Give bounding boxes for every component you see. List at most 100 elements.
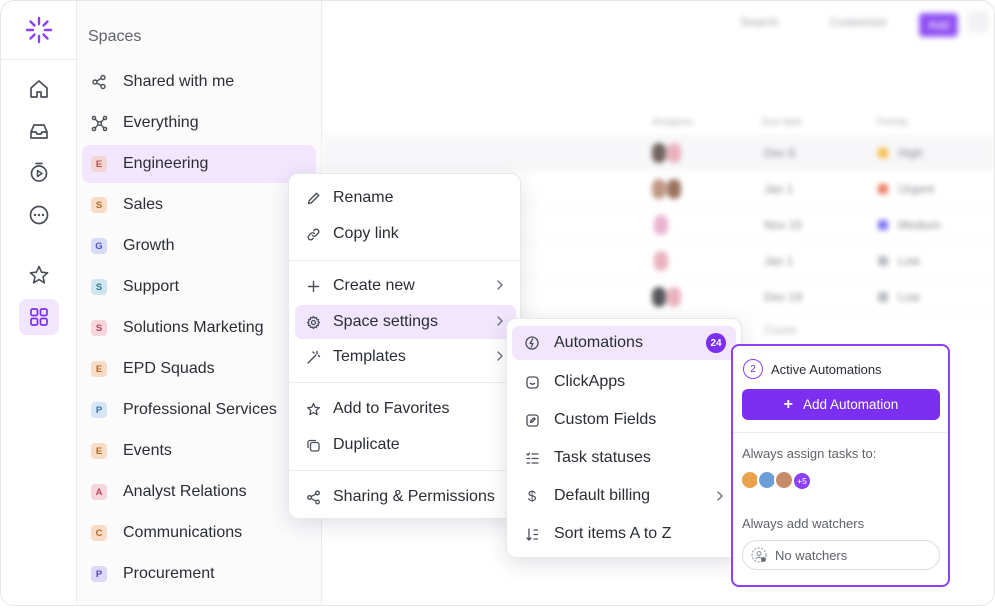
sidebar-item-analyst-relations[interactable]: A Analyst Relations (82, 473, 316, 511)
plus-icon (305, 278, 321, 294)
sidebar-item-events[interactable]: E Events (82, 432, 316, 470)
dollar-icon: $ (527, 487, 537, 505)
everything-icon (90, 114, 108, 132)
sidebar-item-procurement[interactable]: P Procurement (82, 555, 316, 593)
submenu-item-default-billing[interactable]: $ Default billing (512, 479, 736, 513)
flag-icon (878, 184, 888, 194)
flag-icon (878, 292, 888, 302)
add-task-button[interactable]: Add (918, 12, 960, 38)
space-avatar: G (91, 238, 107, 254)
menu-item-sharing-permissions[interactable]: Sharing & Permissions (295, 480, 516, 514)
submenu-item-label: Task statuses (554, 449, 651, 466)
sidebar-item-communications[interactable]: C Communications (82, 514, 316, 552)
column-header-priority: Priority (877, 117, 909, 128)
menu-item-space-settings[interactable]: Space settings (295, 305, 516, 339)
priority: Low (898, 254, 921, 268)
sidebar-item-growth[interactable]: G Growth (82, 227, 316, 265)
avatar (652, 143, 666, 163)
submenu-item-clickapps[interactable]: ClickApps (512, 365, 736, 399)
inbox-button[interactable] (19, 113, 59, 149)
menu-item-label: Space settings (333, 313, 438, 330)
due-date: Nov 15 (764, 218, 803, 232)
menu-item-label: Duplicate (333, 436, 400, 453)
more-assignees-badge[interactable]: +5 (792, 471, 812, 491)
search-button[interactable]: Search (740, 15, 778, 29)
options-button[interactable] (967, 11, 989, 33)
more-button[interactable] (19, 197, 59, 233)
space-avatar: S (91, 320, 107, 336)
sidebar-item-label: EPD Squads (123, 360, 215, 377)
menu-item-templates[interactable]: Templates (295, 340, 516, 374)
spaces-button[interactable] (19, 299, 59, 335)
sidebar-item-professional-services[interactable]: P Professional Services (82, 391, 316, 429)
sidebar-item-everything[interactable]: Everything (82, 104, 316, 142)
submenu-item-automations[interactable]: Automations 24 (512, 326, 736, 360)
active-automations-panel: 2 Active Automations + Add Automation Al… (731, 344, 950, 587)
sidebar-item-support[interactable]: S Support (82, 268, 316, 306)
avatar (667, 287, 681, 307)
home-icon (30, 80, 48, 98)
star-icon (305, 401, 321, 417)
icon-rail (1, 1, 77, 605)
menu-divider (289, 260, 520, 261)
sidebar-item-label: Analyst Relations (123, 483, 247, 500)
menu-item-label: Sharing & Permissions (333, 488, 495, 505)
flag-icon (878, 256, 888, 266)
automation-icon (524, 335, 540, 351)
space-avatar: E (91, 156, 107, 172)
sidebar-item-label: Professional Services (123, 401, 277, 418)
submenu-item-sort-items[interactable]: Sort items A to Z (512, 517, 736, 551)
submenu-item-label: Automations (554, 334, 643, 351)
watchers-selector[interactable]: No watchers (742, 540, 940, 570)
avatar (654, 215, 668, 235)
sidebar-item-epd-squads[interactable]: E EPD Squads (82, 350, 316, 388)
menu-item-rename[interactable]: Rename (295, 181, 516, 215)
menu-item-duplicate[interactable]: Duplicate (295, 428, 516, 462)
menu-item-add-to-favorites[interactable]: Add to Favorites (295, 392, 516, 426)
add-automation-label: Add Automation (803, 397, 899, 412)
chevron-right-icon (717, 491, 723, 501)
menu-item-create-new[interactable]: Create new (295, 269, 516, 303)
submenu-item-custom-fields[interactable]: Custom Fields (512, 403, 736, 437)
submenu-item-task-statuses[interactable]: Task statuses (512, 441, 736, 475)
sidebar-item-engineering[interactable]: E Engineering (82, 145, 316, 183)
home-button[interactable] (19, 71, 59, 107)
submenu-item-label: Default billing (554, 487, 651, 504)
table-row[interactable]: Dec 6 High (322, 135, 994, 171)
favorites-button[interactable] (19, 257, 59, 293)
sidebar-item-label: Sales (123, 196, 164, 213)
chevron-right-icon (497, 316, 503, 326)
submenu-item-label: Custom Fields (554, 411, 657, 428)
avatar (667, 179, 681, 199)
due-date: Jan 1 (764, 254, 794, 268)
add-automation-button[interactable]: + Add Automation (742, 389, 940, 420)
no-watchers-label: No watchers (775, 547, 848, 563)
sidebar-item-solutions-marketing[interactable]: S Solutions Marketing (82, 309, 316, 347)
menu-divider (289, 470, 520, 471)
assign-tasks-label: Always assign tasks to: (742, 446, 877, 461)
submenu-item-label: ClickApps (554, 373, 626, 390)
avatar[interactable] (774, 470, 794, 490)
due-date: Dec 19 (764, 290, 803, 304)
sidebar-item-label: Engineering (123, 155, 209, 172)
avatar (652, 179, 666, 199)
sidebar-item-shared-with-me[interactable]: Shared with me (82, 63, 316, 101)
space-avatar: P (91, 566, 107, 582)
customize-button[interactable]: Customize (830, 15, 887, 29)
sidebar-item-label: Everything (123, 114, 199, 131)
clickapps-icon (524, 374, 540, 390)
chevron-right-icon (497, 280, 503, 290)
priority: Medium (898, 218, 941, 232)
count-label: Count (764, 323, 797, 337)
menu-item-label: Copy link (333, 225, 399, 242)
avatar (652, 287, 666, 307)
space-avatar: E (91, 361, 107, 377)
menu-item-label: Add to Favorites (333, 400, 450, 417)
menu-item-copy-link[interactable]: Copy link (295, 217, 516, 251)
menu-item-label: Rename (333, 189, 394, 206)
sidebar-item-label: Growth (123, 237, 175, 254)
timer-button[interactable] (19, 154, 59, 190)
app-logo-icon (25, 16, 53, 44)
pencil-icon (305, 190, 321, 206)
sidebar-item-sales[interactable]: S Sales (82, 186, 316, 224)
